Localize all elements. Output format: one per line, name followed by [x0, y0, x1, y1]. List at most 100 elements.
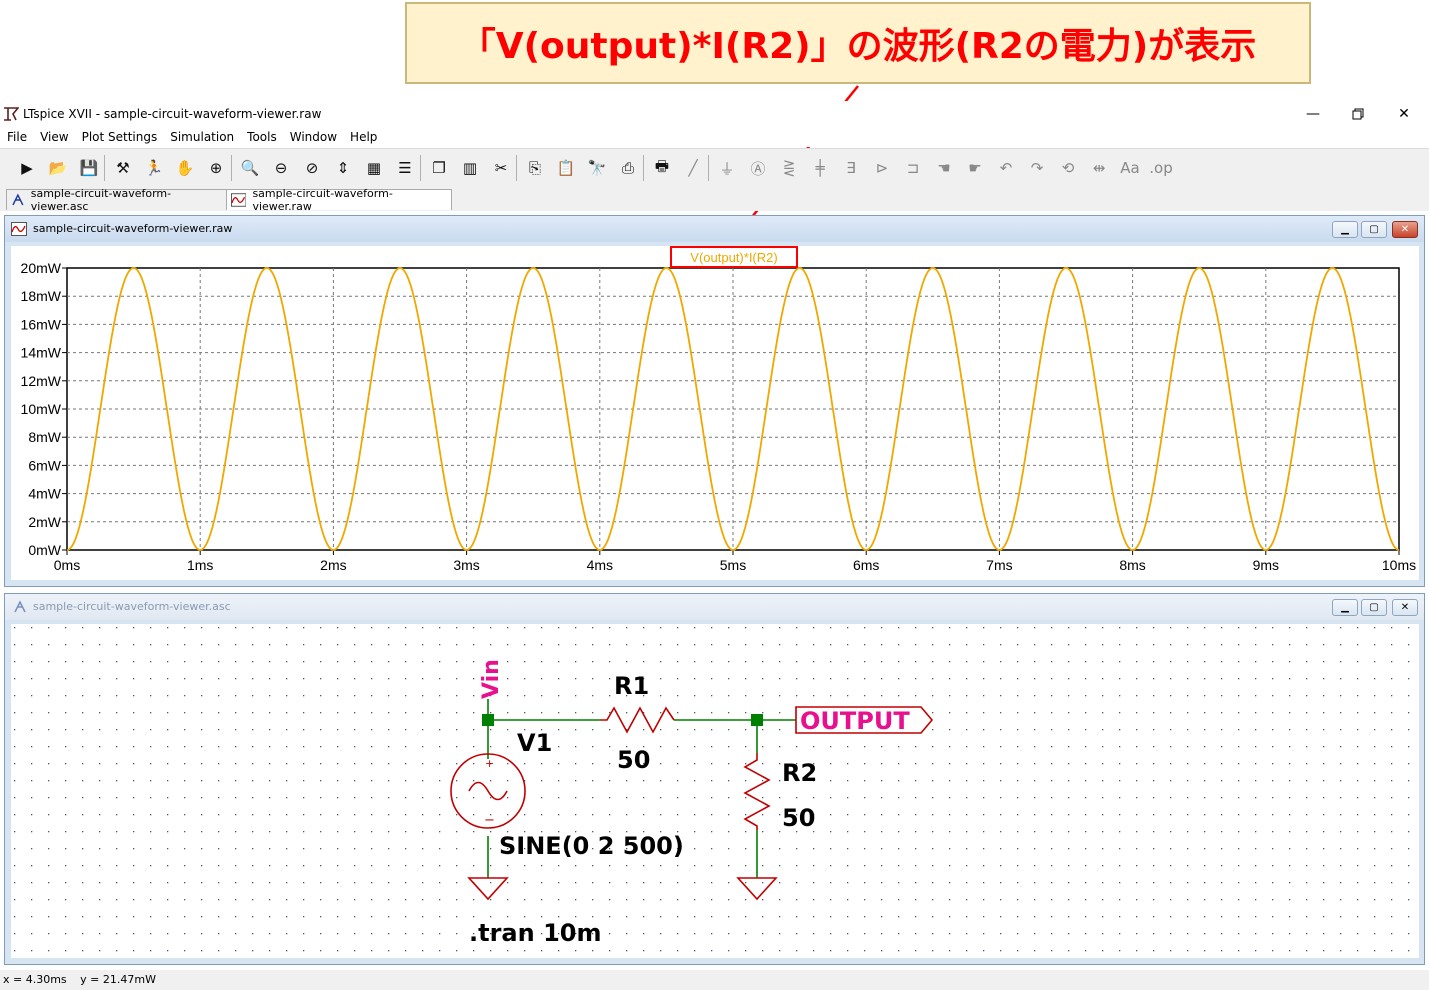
copy-icon[interactable]: ⎘ [522, 155, 548, 181]
autorange-icon[interactable]: ⇕ [330, 155, 356, 181]
ltspice-app-icon [4, 107, 19, 121]
plot-close-button[interactable]: ✕ [1392, 221, 1418, 238]
r1-name: R1 [614, 672, 649, 700]
menu-plot-settings[interactable]: Plot Settings [75, 127, 164, 147]
save-icon[interactable]: 💾 [76, 155, 102, 181]
schematic-window: sample-circuit-waveform-viewer.asc ▁ ▢ ✕ [4, 593, 1425, 965]
y-tick-label: 14mW [21, 345, 62, 361]
window-title: LTspice XVII - sample-circuit-waveform-v… [23, 107, 322, 121]
restore-button[interactable] [1335, 101, 1381, 127]
cascade-icon[interactable]: ❐ [426, 155, 452, 181]
minimize-button[interactable]: — [1290, 101, 1336, 127]
hand-icon[interactable]: ✋ [172, 155, 198, 181]
resistor-icon[interactable]: ⋛ [776, 155, 802, 181]
open-icon[interactable]: 📂 [45, 155, 71, 181]
cursor-x-readout: x = 4.30ms [3, 973, 67, 986]
wire-icon[interactable]: ╱ [680, 155, 706, 181]
tab-waveform[interactable]: sample-circuit-waveform-viewer.raw [226, 187, 452, 213]
paste-icon[interactable]: 📋 [553, 155, 579, 181]
plot-pane[interactable]: 0ms 1ms 2ms 3ms 4ms 5ms 6ms 7ms 8ms 9ms 10ms 0mW 2mW… [11, 246, 1419, 580]
grid-dots [11, 624, 1419, 958]
menu-file[interactable]: File [0, 127, 33, 147]
label-icon[interactable]: Ⓐ [745, 155, 771, 181]
zoom-in-icon[interactable]: ⊕ [203, 155, 229, 181]
menu-window[interactable]: Window [283, 127, 343, 147]
y-tick-label: 16mW [21, 316, 62, 332]
cut-icon[interactable]: ✂ [488, 155, 514, 181]
menu-simulation[interactable]: Simulation [163, 127, 240, 147]
rotate-icon[interactable]: ⟲ [1055, 155, 1081, 181]
r1-value: 50 [617, 746, 650, 774]
spice-directive[interactable]: .tran 10m [469, 919, 601, 947]
close-button[interactable]: ✕ [1381, 101, 1427, 127]
sch-maximize-button[interactable]: ▢ [1361, 599, 1387, 616]
toolbar: ▶ 📂 💾 ⚒ 🏃 ✋ ⊕ 🔍 ⊖ ⊘ ⇕ ▦ ☰ ❐ ▥ ✂ ⎘ 📋 🔭 ⎙ 🖶 ╱ ⏚ Ⓐ ⋛ ╪ ∃ ⊳ ⊐ ☚ ☛ ↶ ↷ ⟲ ⇹ Aa .op [0, 148, 1429, 188]
r2-name: R2 [782, 759, 817, 787]
tab-schematic-label: sample-circuit-waveform-viewer.asc [30, 187, 172, 213]
tab-schematic[interactable]: sample-circuit-waveform-viewer.asc [6, 187, 232, 213]
toolbar-separator [231, 155, 232, 181]
diode-icon[interactable]: ⊳ [869, 155, 895, 181]
runner-icon[interactable]: 🏃 [141, 155, 167, 181]
spice-directive-icon[interactable]: .op [1148, 155, 1174, 181]
junction-vin [482, 714, 494, 726]
tile-vertical-icon[interactable]: ▥ [457, 155, 483, 181]
y-tick-label: 18mW [21, 288, 62, 304]
schematic-icon [12, 193, 24, 206]
mirror-icon[interactable]: ⇹ [1086, 155, 1112, 181]
toolbar-separator [643, 155, 644, 181]
zoom-cancel-icon[interactable]: ⊘ [299, 155, 325, 181]
text-icon[interactable]: Aa [1117, 155, 1143, 181]
y-tick-label: 0mW [28, 542, 61, 558]
sch-minimize-button[interactable]: ▁ [1332, 599, 1358, 616]
plot-maximize-button[interactable]: ▢ [1361, 221, 1387, 238]
run-icon[interactable]: ▶ [14, 155, 40, 181]
tile-horizontal-icon[interactable]: ☰ [392, 155, 418, 181]
svg-text:−: − [484, 813, 495, 828]
capacitor-icon[interactable]: ╪ [807, 155, 833, 181]
component-icon[interactable]: ⊐ [900, 155, 926, 181]
y-tick-label: 12mW [21, 373, 62, 389]
grid-icon[interactable]: ▦ [361, 155, 387, 181]
zoom-out-icon[interactable]: ⊖ [268, 155, 294, 181]
toolbar-separator [104, 155, 105, 181]
svg-text:+: + [485, 757, 494, 770]
x-tick-label: 10ms [1382, 557, 1416, 573]
x-tick-label: 6ms [853, 557, 879, 573]
menu-view[interactable]: View [33, 127, 74, 147]
print-setup-icon[interactable]: 🖶 [649, 155, 675, 181]
schematic-canvas[interactable]: + − OUTPUT Vin V1 SINE(0 2 500) R1 50 R2… [11, 624, 1419, 958]
hammer-icon[interactable]: ⚒ [110, 155, 136, 181]
schematic-drawing[interactable]: + − OUTPUT Vin V1 SINE(0 2 500) R1 50 R2… [11, 624, 1419, 958]
tab-waveform-label: sample-circuit-waveform-viewer.raw [252, 187, 393, 213]
print-icon[interactable]: ⎙ [615, 155, 641, 181]
menu-tools[interactable]: Tools [240, 127, 283, 147]
y-tick-label: 20mW [21, 260, 62, 276]
ground-icon[interactable]: ⏚ [714, 155, 740, 181]
move-icon[interactable]: ☚ [931, 155, 957, 181]
schematic-window-titlebar: sample-circuit-waveform-viewer.asc ▁ ▢ ✕ [5, 594, 1424, 620]
zoom-icon[interactable]: 🔍 [237, 155, 263, 181]
r2-value: 50 [782, 804, 815, 832]
y-tick-label: 2mW [28, 514, 61, 530]
find-icon[interactable]: 🔭 [584, 155, 610, 181]
redo-icon[interactable]: ↷ [1024, 155, 1050, 181]
inductor-icon[interactable]: ∃ [838, 155, 864, 181]
y-tick-label: 8mW [28, 429, 61, 445]
junction-output [751, 714, 763, 726]
x-tick-label: 8ms [1119, 557, 1145, 573]
y-tick-label: 4mW [28, 486, 61, 502]
menu-help[interactable]: Help [343, 127, 383, 147]
schematic-window-icon [14, 600, 26, 613]
waveform-window: sample-circuit-waveform-viewer.raw ▁ ▢ ✕… [4, 215, 1425, 587]
drag-icon[interactable]: ☛ [962, 155, 988, 181]
plot-minimize-button[interactable]: ▁ [1332, 221, 1358, 238]
waveform-chart[interactable]: 0ms 1ms 2ms 3ms 4ms 5ms 6ms 7ms 8ms 9ms 10ms 0mW 2mW… [11, 246, 1419, 580]
trace-title[interactable]: V(output)*I(R2) [690, 250, 777, 265]
undo-icon[interactable]: ↶ [993, 155, 1019, 181]
vin-label: Vin [479, 659, 504, 699]
x-tick-label: 7ms [986, 557, 1012, 573]
menu-bar: File View Plot Settings Simulation Tools… [0, 127, 1429, 147]
sch-close-button[interactable]: ✕ [1392, 599, 1418, 616]
x-tick-label: 1ms [187, 557, 213, 573]
